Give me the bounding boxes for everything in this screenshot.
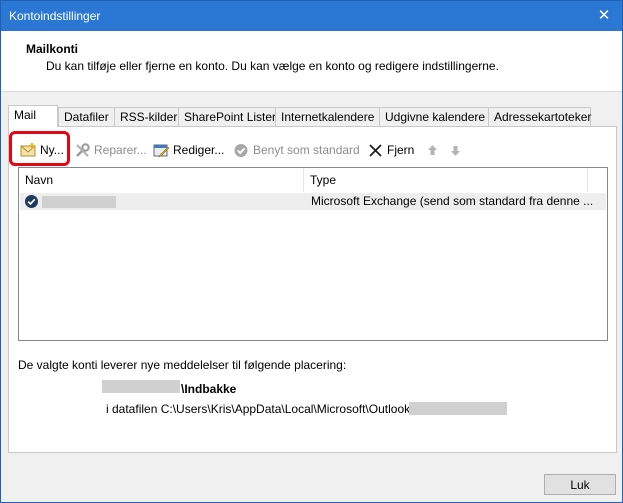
header-description: Du kan tilføje eller fjerne en konto. Du… [46, 59, 499, 73]
repair-tools-icon [74, 142, 91, 159]
remove-x-icon [367, 142, 384, 159]
dialog-header: Mailkonti Du kan tilføje eller fjerne en… [1, 31, 622, 92]
delivery-datafile-path: i datafilen C:\Users\Kris\AppData\Local\… [106, 402, 414, 416]
remove-account-label: Fjern [387, 143, 415, 157]
edit-account-label: Rediger... [173, 143, 225, 157]
edit-account-button[interactable]: Rediger... [153, 139, 224, 161]
close-dialog-button[interactable]: Luk [544, 474, 616, 495]
edit-account-icon [153, 142, 170, 159]
tab-internetkalendere[interactable]: Internetkalendere [275, 107, 380, 126]
arrow-up-icon [424, 142, 441, 159]
account-settings-dialog: Kontoindstillinger ✕ Mailkonti Du kan ti… [0, 0, 623, 503]
account-type-cell: Microsoft Exchange (send som standard fr… [311, 194, 594, 208]
repair-label: Reparer... [94, 143, 147, 157]
tab-udgivne-kalendere[interactable]: Udgivne kalendere [379, 107, 489, 126]
title-bar: Kontoindstillinger ✕ [1, 1, 622, 31]
column-header-type[interactable]: Type [304, 168, 588, 192]
header-title: Mailkonti [26, 42, 79, 56]
move-up-button[interactable] [424, 139, 444, 161]
repair-button[interactable]: Reparer... [74, 139, 147, 161]
tab-adressekartoteker[interactable]: Adressekartoteker [488, 107, 591, 126]
redacted-datafile-name [409, 402, 507, 415]
tab-sharepoint-lister[interactable]: SharePoint Lister [178, 107, 276, 126]
arrow-down-icon [447, 142, 464, 159]
delivery-info-text: De valgte konti leverer nye meddelelser … [18, 358, 347, 372]
redacted-account-name [42, 196, 116, 208]
highlight-box [9, 131, 70, 166]
default-account-check-icon [24, 194, 39, 212]
checkmark-circle-icon [233, 142, 250, 159]
move-down-button[interactable] [447, 139, 467, 161]
window-title: Kontoindstillinger [9, 9, 101, 23]
close-icon[interactable]: ✕ [592, 4, 616, 28]
delivery-folder: \Indbakke [181, 382, 237, 396]
tab-datafiler[interactable]: Datafiler [58, 107, 115, 126]
column-header-name[interactable]: Navn [19, 168, 304, 192]
table-row[interactable]: Microsoft Exchange (send som standard fr… [20, 193, 606, 210]
accounts-list[interactable]: Navn Type Microsoft Exchange (send som s… [18, 167, 608, 341]
remove-account-button[interactable]: Fjern [367, 139, 414, 161]
tab-rss-kilder[interactable]: RSS-kilder [114, 107, 179, 126]
set-default-label: Benyt som standard [253, 143, 360, 157]
tab-mail[interactable]: Mail [8, 105, 58, 127]
set-default-button[interactable]: Benyt som standard [233, 139, 360, 161]
redacted-mailbox-name [102, 380, 180, 393]
